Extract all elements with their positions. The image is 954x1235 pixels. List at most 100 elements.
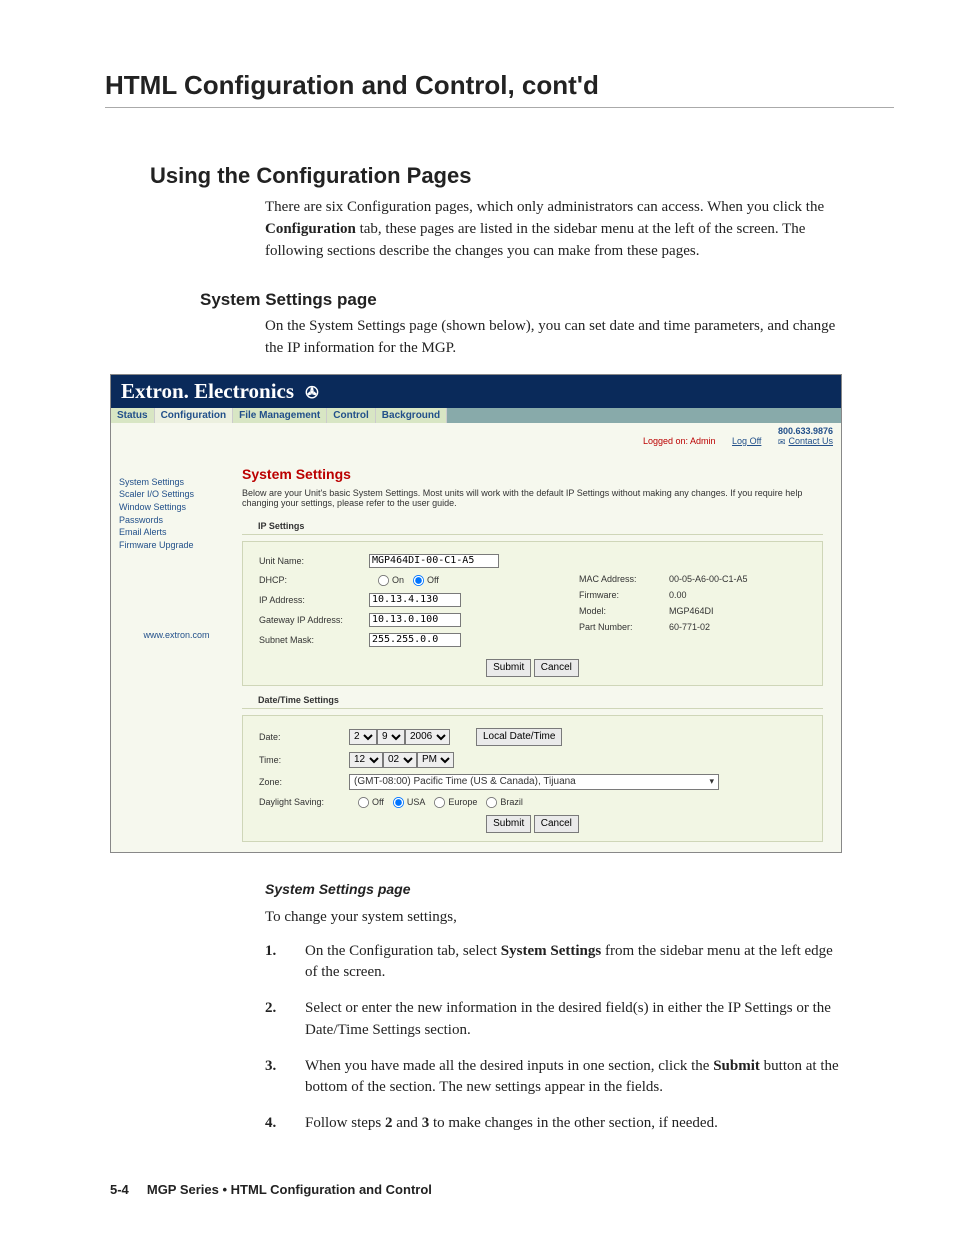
datetime-header: Date/Time Settings <box>242 692 823 709</box>
phone-number: 800.633.9876 <box>778 426 833 436</box>
dt-cancel-button[interactable]: Cancel <box>534 815 579 833</box>
fw-value: 0.00 <box>669 590 687 600</box>
steps-intro: To change your system settings, <box>265 907 844 929</box>
screenshot-main: System Settings Scaler I/O Settings Wind… <box>111 450 841 852</box>
hour-select[interactable]: 12 <box>349 752 383 768</box>
partnum-value: 60-771-02 <box>669 622 710 632</box>
step-num: 1. <box>265 941 305 985</box>
tab-configuration[interactable]: Configuration <box>155 408 234 423</box>
unit-name-input[interactable] <box>369 554 499 568</box>
brand-text: Extron. Electronics <box>121 379 294 403</box>
mail-icon: ✉ <box>778 437 786 448</box>
dst-bra-text: Brazil <box>500 797 523 807</box>
fw-label: Firmware: <box>579 590 669 600</box>
embedded-screenshot: Extron. Electronics ✇ Status Configurati… <box>110 374 842 853</box>
step-2: 2.Select or enter the new information in… <box>265 998 844 1042</box>
subnet-label: Subnet Mask: <box>259 635 369 645</box>
sidebar-item-scaler-io[interactable]: Scaler I/O Settings <box>119 488 234 501</box>
month-select[interactable]: 2 <box>349 729 377 745</box>
zone-select[interactable]: (GMT-08:00) Pacific Time (US & Canada), … <box>349 774 719 790</box>
page-footer: 5-4 MGP Series • HTML Configuration and … <box>110 1182 432 1197</box>
dst-label: Daylight Saving: <box>259 797 349 807</box>
dhcp-label: DHCP: <box>259 575 369 585</box>
step-1: 1.On the Configuration tab, select Syste… <box>265 941 844 985</box>
unit-name-label: Unit Name: <box>259 556 369 566</box>
local-datetime-button[interactable]: Local Date/Time <box>476 728 562 746</box>
dst-off-radio[interactable] <box>358 797 369 808</box>
logged-on-label: Logged on: Admin <box>643 436 716 446</box>
off-text: Off <box>427 575 439 585</box>
dst-eur-text: Europe <box>448 797 477 807</box>
page-number: 5-4 <box>110 1182 129 1197</box>
subnet-input[interactable] <box>369 633 461 647</box>
contact-link[interactable]: ✉Contact Us <box>778 436 833 446</box>
steps-list: 1.On the Configuration tab, select Syste… <box>265 941 844 1135</box>
footer-text: MGP Series • HTML Configuration and Cont… <box>147 1182 432 1197</box>
text: There are six Configuration pages, which… <box>265 199 824 215</box>
tab-bar: Status Configuration File Management Con… <box>111 408 841 423</box>
step-num: 2. <box>265 998 305 1042</box>
caption-h4: System Settings page <box>265 881 894 897</box>
pane-title: System Settings <box>242 466 823 482</box>
zone-value: (GMT-08:00) Pacific Time (US & Canada), … <box>354 776 576 787</box>
step-num: 4. <box>265 1113 305 1135</box>
step-4: 4.Follow steps 2 and 3 to make changes i… <box>265 1113 844 1135</box>
intro-paragraph: There are six Configuration pages, which… <box>265 197 844 262</box>
dhcp-on-radio[interactable] <box>378 575 389 586</box>
status-bar: 800.633.9876 Logged on: Admin Log Off ✉C… <box>111 423 841 450</box>
sidebar-item-email-alerts[interactable]: Email Alerts <box>119 526 234 539</box>
pane-description: Below are your Unit's basic System Setti… <box>242 488 823 508</box>
steps-body: To change your system settings, 1.On the… <box>265 907 844 1135</box>
gateway-label: Gateway IP Address: <box>259 615 369 625</box>
globe-icon: ✇ <box>305 385 318 402</box>
tab-background[interactable]: Background <box>376 408 447 423</box>
step-3: 3.When you have made all the desired inp… <box>265 1056 844 1100</box>
document-page: HTML Configuration and Control, cont'd U… <box>0 0 954 1235</box>
ip-address-input[interactable] <box>369 593 461 607</box>
logoff-link[interactable]: Log Off <box>732 436 761 446</box>
ip-address-label: IP Address: <box>259 595 369 605</box>
sidebar-item-window-settings[interactable]: Window Settings <box>119 501 234 514</box>
sidebar-url[interactable]: www.extron.com <box>119 629 234 642</box>
bold-text: Configuration <box>265 221 356 237</box>
dhcp-off-radio[interactable] <box>413 575 424 586</box>
partnum-label: Part Number: <box>579 622 669 632</box>
ip-settings-section: Unit Name: DHCP: On Off IP Address: Gate… <box>242 541 823 686</box>
datetime-section: Date: 2 9 2006 Local Date/Time Time: 12 … <box>242 715 823 842</box>
year-select[interactable]: 2006 <box>405 729 450 745</box>
section-para: On the System Settings page (shown below… <box>265 316 844 360</box>
ip-submit-button[interactable]: Submit <box>486 659 531 677</box>
on-text: On <box>392 575 404 585</box>
time-label: Time: <box>259 755 349 765</box>
mac-value: 00-05-A6-00-C1-A5 <box>669 574 748 584</box>
step-num: 3. <box>265 1056 305 1100</box>
mac-label: MAC Address: <box>579 574 669 584</box>
zone-label: Zone: <box>259 777 349 787</box>
gateway-input[interactable] <box>369 613 461 627</box>
dst-usa-radio[interactable] <box>393 797 404 808</box>
model-value: MGP464DI <box>669 606 714 616</box>
model-label: Model: <box>579 606 669 616</box>
dst-usa-text: USA <box>407 797 426 807</box>
tab-file-management[interactable]: File Management <box>233 408 327 423</box>
dst-bra-radio[interactable] <box>486 797 497 808</box>
section-h3: System Settings page <box>200 290 894 310</box>
sidebar-item-system-settings[interactable]: System Settings <box>119 476 234 489</box>
ip-settings-header: IP Settings <box>242 518 823 535</box>
sidebar: System Settings Scaler I/O Settings Wind… <box>111 450 242 852</box>
section-h2: Using the Configuration Pages <box>150 163 894 189</box>
dt-submit-button[interactable]: Submit <box>486 815 531 833</box>
page-title-h1: HTML Configuration and Control, cont'd <box>105 70 894 108</box>
sidebar-item-passwords[interactable]: Passwords <box>119 514 234 527</box>
day-select[interactable]: 9 <box>377 729 405 745</box>
contact-text: Contact Us <box>788 436 833 446</box>
sidebar-item-firmware-upgrade[interactable]: Firmware Upgrade <box>119 539 234 552</box>
dst-eur-radio[interactable] <box>434 797 445 808</box>
minute-select[interactable]: 02 <box>383 752 417 768</box>
ip-cancel-button[interactable]: Cancel <box>534 659 579 677</box>
brand-header: Extron. Electronics ✇ <box>111 375 841 408</box>
date-label: Date: <box>259 732 349 742</box>
meridiem-select[interactable]: PM <box>417 752 454 768</box>
tab-control[interactable]: Control <box>327 408 376 423</box>
tab-status[interactable]: Status <box>111 408 155 423</box>
